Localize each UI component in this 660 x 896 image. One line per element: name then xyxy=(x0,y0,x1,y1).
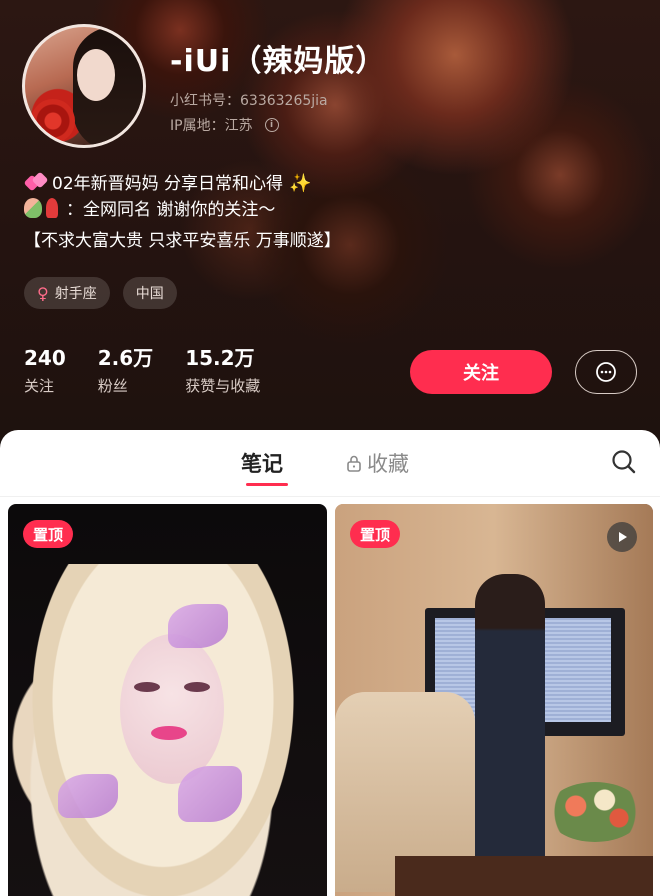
butterfly-decoration xyxy=(168,604,228,648)
tag-region-label: 中国 xyxy=(135,286,164,302)
tabs-divider xyxy=(0,496,660,497)
bio-line-2: ：全网同名 谢谢你的关注～ xyxy=(24,197,275,223)
butterfly-decoration xyxy=(58,774,118,818)
tab-notes[interactable]: 笔记 xyxy=(241,448,283,478)
butterfly-decoration xyxy=(178,766,242,822)
card-image-flowers xyxy=(547,782,643,842)
lock-icon xyxy=(347,455,361,472)
tab-notes-label: 笔记 xyxy=(241,452,283,476)
search-button[interactable] xyxy=(610,448,638,476)
female-icon: ♀ xyxy=(37,283,49,303)
bio-line-1: 02年新晋妈妈 分享日常和心得 ✨ xyxy=(24,171,311,197)
tab-active-indicator xyxy=(246,483,288,486)
stat-following-label: 关注 xyxy=(24,377,55,395)
tag-zodiac[interactable]: ♀ 射手座 xyxy=(24,277,110,309)
profile-tags: ♀ 射手座 中国 xyxy=(24,277,177,309)
tab-collect-label: 收藏 xyxy=(367,452,409,476)
stat-fans-label: 粉丝 xyxy=(97,377,128,395)
info-icon[interactable]: i xyxy=(264,118,279,132)
ip-location-text: IP属地：江苏 xyxy=(170,118,253,134)
play-icon xyxy=(619,532,627,542)
content-panel: 笔记 收藏 置顶 置顶 xyxy=(0,430,660,896)
content-tabs: 笔记 收藏 xyxy=(0,430,660,496)
stat-likes-count: 15.2万 xyxy=(185,346,255,370)
profile-stats: 240 关注 2.6万 粉丝 15.2万 获赞与收藏 xyxy=(24,345,292,396)
card-image-eye xyxy=(134,682,160,692)
note-card[interactable]: 置顶 xyxy=(335,504,653,896)
avatar-rose xyxy=(31,99,75,143)
card-image-table xyxy=(395,856,653,896)
tab-collect[interactable]: 收藏 xyxy=(345,448,409,478)
stat-following-count: 240 xyxy=(24,346,66,370)
sparkles-icon: ✨ xyxy=(289,173,312,194)
pinned-badge: 置顶 xyxy=(350,520,401,548)
bio-text-2: ：全网同名 谢谢你的关注～ xyxy=(66,200,276,220)
note-card[interactable]: 置顶 xyxy=(8,504,327,896)
pinned-badge: 置顶 xyxy=(23,520,74,548)
avatar[interactable] xyxy=(22,24,146,148)
avatar-face xyxy=(77,49,115,101)
card-image-face xyxy=(120,634,224,784)
two-hearts-icon xyxy=(24,173,48,191)
card-image-lips xyxy=(151,726,187,740)
xhs-id: 小红书号：63363265jia xyxy=(170,93,328,109)
card-image-eye xyxy=(184,682,210,692)
tulip-icon xyxy=(24,198,42,218)
bio-line-3: 【不求大富大贵 只求平安喜乐 万事顺遂】 xyxy=(24,231,341,251)
message-button[interactable] xyxy=(575,350,637,394)
follow-button[interactable]: 关注 xyxy=(410,350,552,394)
stat-fans[interactable]: 2.6万 粉丝 xyxy=(98,345,153,396)
tag-region[interactable]: 中国 xyxy=(122,277,177,309)
ribbon-icon xyxy=(46,198,58,218)
tag-zodiac-label: 射手座 xyxy=(54,286,97,302)
stat-fans-count: 2.6万 xyxy=(97,346,154,370)
profile-name: -iUi（辣妈版） xyxy=(170,44,387,79)
stat-following[interactable]: 240 关注 xyxy=(24,345,66,396)
stat-likes[interactable]: 15.2万 获赞与收藏 xyxy=(185,345,260,396)
search-icon xyxy=(612,450,636,474)
video-play-icon[interactable] xyxy=(607,522,637,552)
ip-location: IP属地：江苏 i xyxy=(170,115,279,135)
chat-bubble-icon xyxy=(596,362,616,382)
profile-header: -iUi（辣妈版） 小红书号：63363265jia IP属地：江苏 i 02年… xyxy=(0,0,660,440)
stat-likes-label: 获赞与收藏 xyxy=(185,377,261,395)
card-image-person xyxy=(475,574,545,874)
bio-text-1: 02年新晋妈妈 分享日常和心得 xyxy=(52,174,284,194)
